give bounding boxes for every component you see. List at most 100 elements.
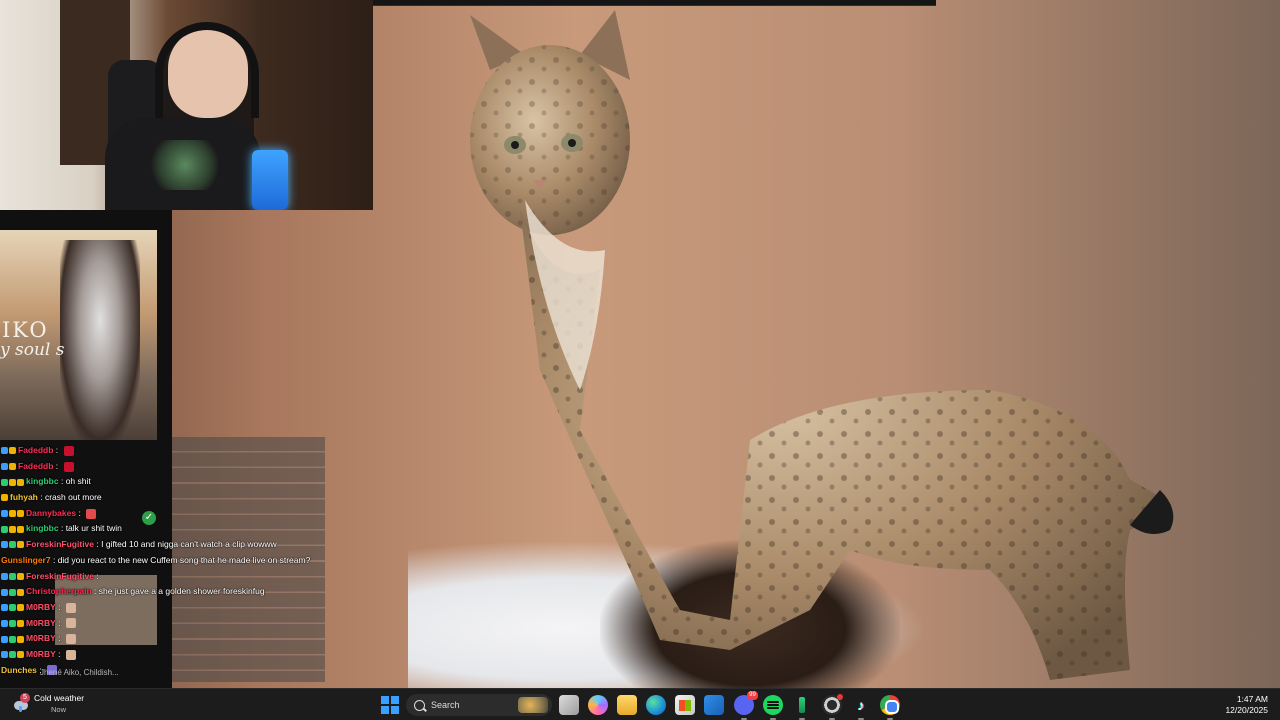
chat-badges bbox=[1, 494, 8, 502]
chat-badges bbox=[1, 651, 24, 659]
chat-badge-icon bbox=[17, 510, 24, 518]
weather-time: Now bbox=[51, 705, 67, 714]
search-highlight-icon bbox=[518, 697, 548, 713]
obs-icon[interactable] bbox=[822, 694, 843, 720]
chat-username[interactable]: kingbbc bbox=[26, 521, 59, 537]
task-view-icon[interactable] bbox=[559, 695, 579, 715]
chat-badge-icon bbox=[9, 541, 16, 549]
chat-badge-icon bbox=[17, 635, 24, 643]
chat-message: M0RBY : bbox=[0, 600, 330, 616]
webcam-lamp bbox=[252, 150, 288, 210]
webcam-feed bbox=[0, 0, 373, 210]
system-clock[interactable]: 1:47 AM 12/20/2025 bbox=[1225, 694, 1268, 716]
chat-message: Fadeddb : bbox=[0, 443, 330, 459]
chat-username[interactable]: Fadeddb bbox=[18, 443, 53, 459]
chat-username[interactable]: M0RBY bbox=[26, 600, 56, 616]
chat-username[interactable]: fuhyah bbox=[10, 490, 38, 506]
album-subtitle: y soul s bbox=[0, 340, 65, 360]
chat-badges bbox=[1, 541, 24, 549]
chat-badges bbox=[1, 447, 16, 455]
chat-badges bbox=[1, 463, 16, 471]
spotify-icon[interactable] bbox=[763, 695, 783, 720]
clock-date: 12/20/2025 bbox=[1225, 705, 1268, 715]
chat-emote-icon bbox=[86, 508, 97, 519]
chat-separator: : bbox=[37, 492, 45, 503]
chat-badge-icon bbox=[17, 651, 24, 659]
album-art-figure bbox=[60, 240, 140, 440]
start-button[interactable] bbox=[381, 696, 399, 714]
chat-badge-icon bbox=[1, 635, 8, 643]
file-explorer-icon[interactable] bbox=[617, 695, 637, 715]
chat-username[interactable]: Dunches bbox=[1, 663, 37, 679]
chat-message: kingbbc : oh shit bbox=[0, 474, 330, 490]
chat-username[interactable]: Dannybakes bbox=[26, 506, 76, 522]
chat-message: M0RBY : bbox=[0, 631, 330, 647]
chat-badge-icon bbox=[1, 447, 8, 455]
edge-icon[interactable] bbox=[646, 695, 666, 715]
chat-username[interactable]: ForeskinFugitive bbox=[26, 537, 94, 553]
chat-separator: : bbox=[55, 648, 63, 659]
chat-badges bbox=[1, 635, 24, 643]
discord-icon[interactable]: 99 bbox=[734, 691, 758, 720]
chat-message: Fadeddb : bbox=[0, 459, 330, 475]
chat-separator: : bbox=[91, 586, 99, 597]
chat-message: M0RBY : bbox=[0, 616, 330, 632]
chat-badge-icon bbox=[9, 604, 16, 612]
chat-username[interactable]: M0RBY bbox=[26, 616, 56, 632]
chat-username[interactable]: M0RBY bbox=[26, 631, 56, 647]
search-icon bbox=[414, 699, 425, 711]
chat-badge-icon bbox=[1, 572, 8, 580]
chat-emote-icon bbox=[65, 634, 76, 645]
chat-username[interactable]: M0RBY bbox=[26, 647, 56, 663]
chat-message: kingbbc : talk ur shit twin bbox=[0, 521, 330, 537]
chat-feed: Fadeddb : Fadeddb : kingbbc : oh shit fuh… bbox=[0, 443, 330, 678]
chat-message: Gunslinger7 : did you react to the new C… bbox=[0, 553, 330, 569]
chat-badge-icon bbox=[17, 604, 24, 612]
check-icon: ✓ bbox=[142, 511, 156, 525]
window-edge bbox=[373, 0, 936, 6]
chat-emote-icon bbox=[65, 602, 76, 613]
weather-notification-badge: 5 bbox=[20, 693, 30, 703]
chat-emote-icon bbox=[65, 618, 76, 629]
album-title: IKO bbox=[2, 318, 49, 342]
chat-badges bbox=[1, 604, 24, 612]
copilot-icon[interactable] bbox=[588, 695, 608, 715]
discord-badge: 99 bbox=[747, 691, 758, 700]
chat-badge-icon bbox=[1, 619, 8, 627]
weather-rain-icon: 5 bbox=[12, 693, 30, 713]
chat-badge-icon bbox=[1, 651, 8, 659]
chat-separator: : bbox=[50, 554, 58, 565]
chat-badge-icon bbox=[1, 604, 8, 612]
taskbar-search[interactable]: Search bbox=[406, 694, 552, 716]
microsoft-store-icon[interactable] bbox=[675, 695, 695, 715]
chat-input-preview: Jhené Aiko, Childish... bbox=[40, 668, 119, 677]
chat-separator: : bbox=[76, 507, 84, 518]
chat-text: crash out more bbox=[44, 492, 102, 503]
chat-badge-icon bbox=[17, 478, 24, 486]
chat-badge-icon bbox=[9, 463, 16, 471]
chat-badge-icon bbox=[9, 447, 16, 455]
chat-message: ForeskinFugitive : I gifted 10 and nigga… bbox=[0, 537, 330, 553]
album-art: IKO y soul s bbox=[0, 230, 157, 440]
chat-separator: : bbox=[58, 476, 66, 487]
chat-username[interactable]: Christopherpain bbox=[26, 584, 92, 600]
chat-text: oh shit bbox=[65, 476, 91, 487]
game-launcher-icon[interactable] bbox=[792, 695, 812, 720]
chat-username[interactable]: Fadeddb bbox=[18, 459, 53, 475]
chat-text: did you react to the new Cuffem song tha… bbox=[57, 554, 311, 565]
chat-username[interactable]: ForeskinFugitive bbox=[26, 569, 94, 585]
chat-badge-icon bbox=[9, 588, 16, 596]
tiktok-icon[interactable]: ♪ bbox=[851, 695, 871, 720]
chat-badge-icon bbox=[9, 572, 16, 580]
mail-icon[interactable] bbox=[704, 695, 724, 715]
chat-badges bbox=[1, 572, 24, 580]
chat-username[interactable]: kingbbc bbox=[26, 474, 59, 490]
chat-badges bbox=[1, 525, 24, 533]
chat-emote-icon bbox=[65, 649, 76, 660]
chat-username[interactable]: Gunslinger7 bbox=[1, 553, 51, 569]
taskbar: 5 Cold weather Now Search 99 ♪ 1:47 AM 1… bbox=[0, 688, 1280, 720]
weather-widget[interactable]: 5 Cold weather Now bbox=[12, 693, 84, 715]
chrome-icon[interactable] bbox=[880, 695, 900, 720]
chat-badges bbox=[1, 510, 24, 518]
chat-separator: : bbox=[53, 445, 61, 455]
